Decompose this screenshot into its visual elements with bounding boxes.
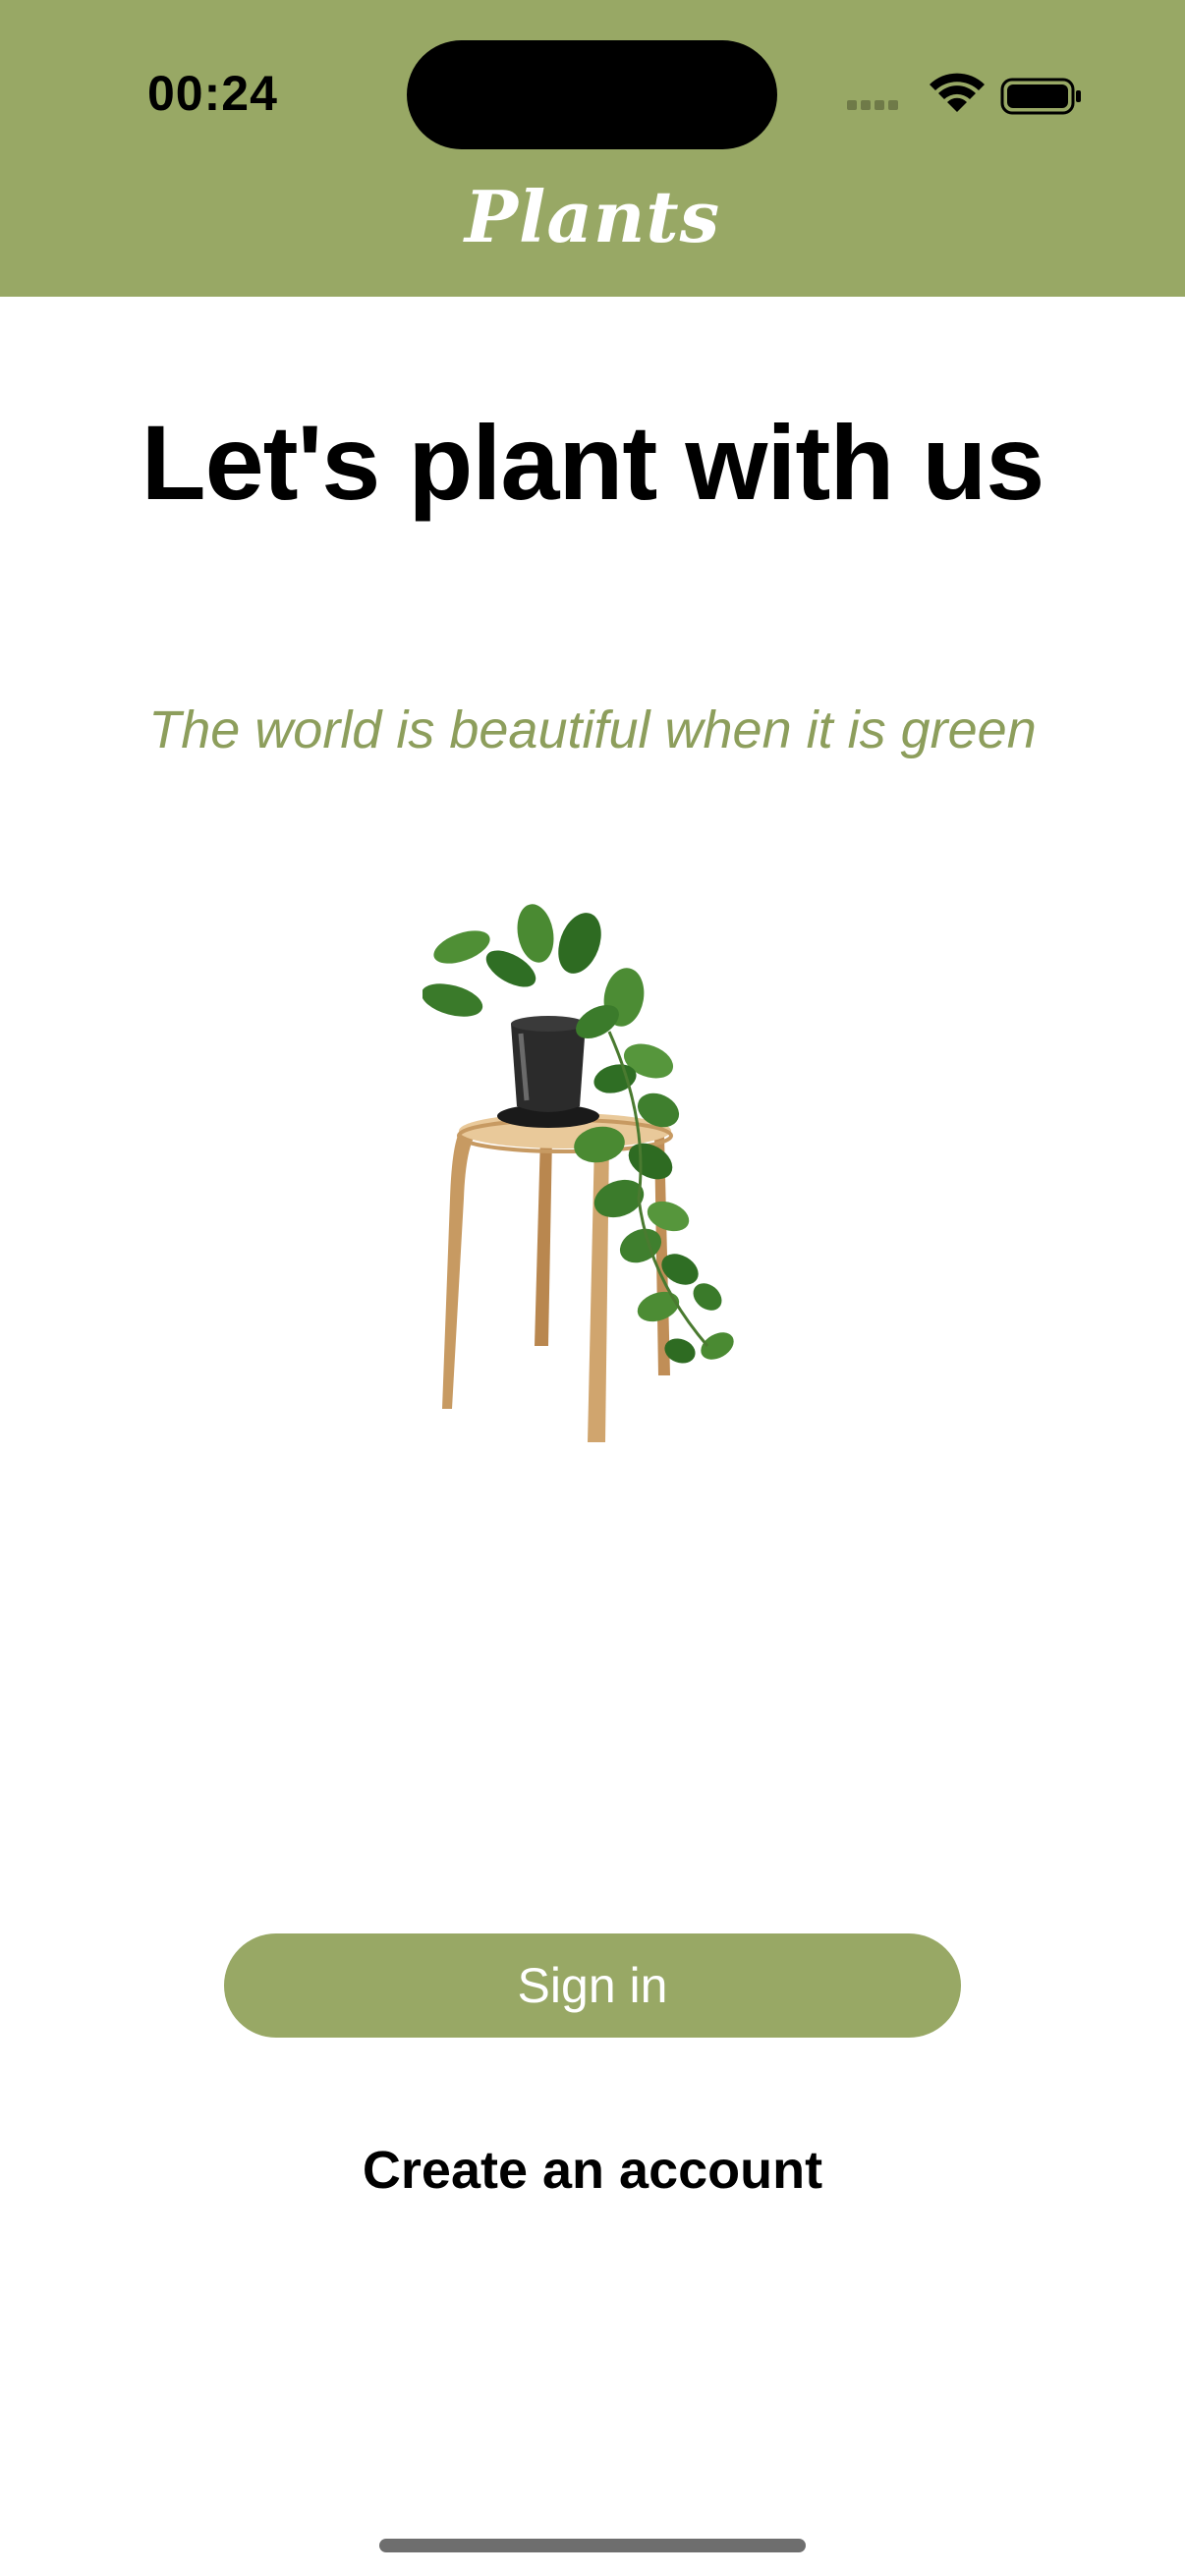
wifi-icon [930,73,985,112]
sign-in-button[interactable]: Sign in [224,1933,961,2038]
home-indicator[interactable] [379,2539,806,2552]
battery-icon [1000,78,1081,115]
status-icons [847,73,1081,115]
tagline: The world is beautiful when it is green [148,700,1037,759]
status-time: 00:24 [147,66,278,121]
dynamic-island [407,40,777,149]
app-header: 00:24 Plants [0,0,1185,297]
signal-dots-icon [847,100,898,110]
app-title: Plants [464,175,721,258]
create-account-button[interactable]: Create an account [0,2140,1185,2201]
page-headline: Let's plant with us [141,403,1045,522]
plant-illustration [423,904,734,1442]
